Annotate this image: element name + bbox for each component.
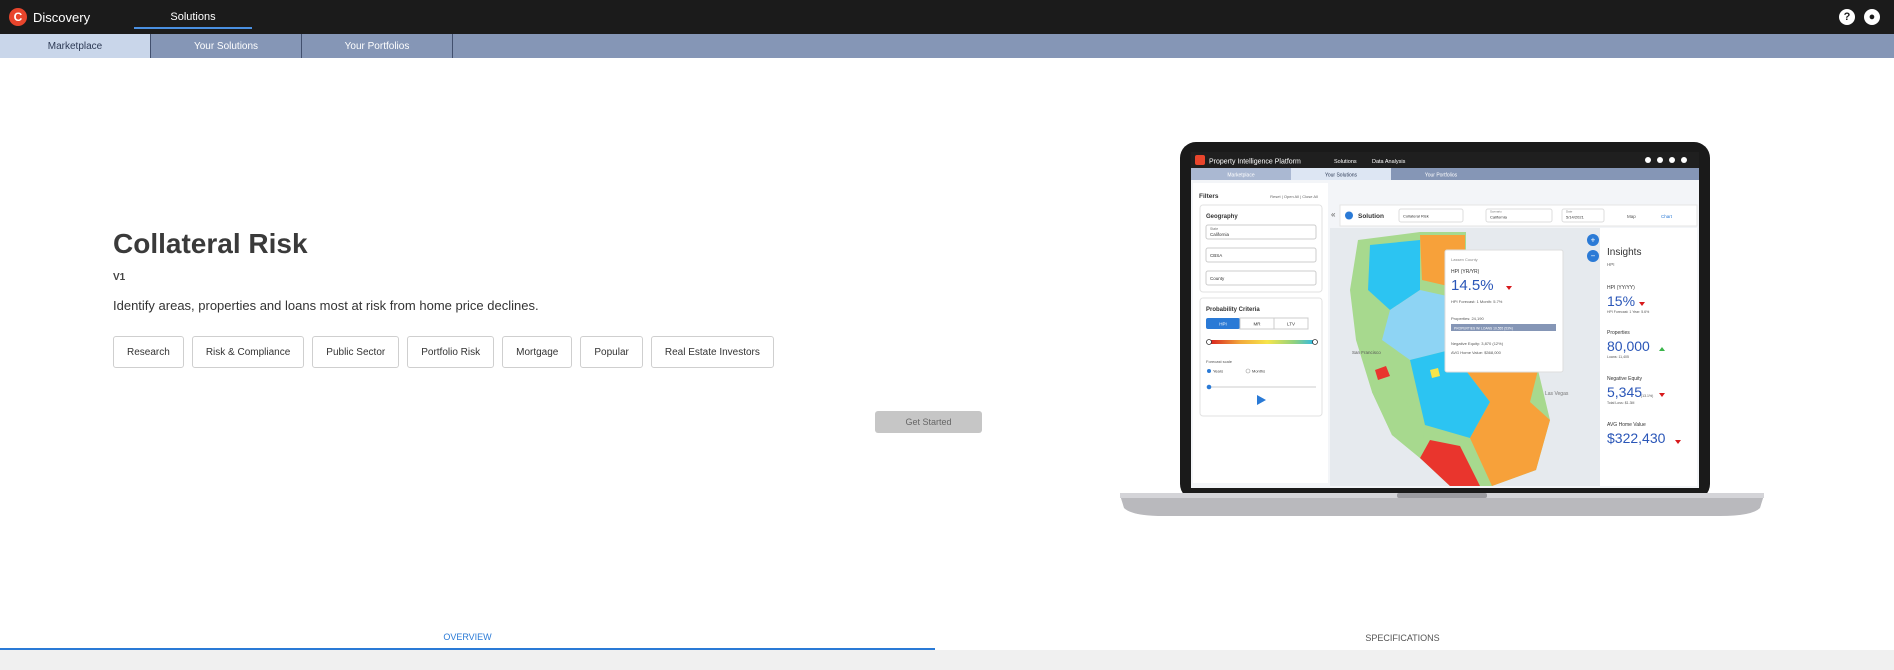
svg-text:Insights: Insights: [1607, 247, 1641, 258]
svg-text:Your Portfolios: Your Portfolios: [1425, 173, 1458, 179]
content-area-top: [0, 650, 1894, 670]
svg-text:Marketplace: Marketplace: [1227, 173, 1254, 179]
svg-text:Reset | Open All | Close All: Reset | Open All | Close All: [1270, 194, 1318, 199]
svg-text:Las Vegas: Las Vegas: [1545, 391, 1569, 397]
app-name: Discovery: [33, 9, 91, 25]
svg-text:Chart: Chart: [1661, 214, 1673, 219]
svg-text:HPI Forecast: 1 Month: 5.7%: HPI Forecast: 1 Month: 5.7%: [1451, 299, 1503, 304]
svg-text:Total Loss: $1.3M: Total Loss: $1.3M: [1607, 401, 1635, 405]
svg-text:PROPERTIES W/ LOANS 10,555: PROPERTIES W/ LOANS 10,555 (53%): [1454, 326, 1513, 330]
svg-text:Negative Equity: 3,870 (12%): Negative Equity: 3,870 (12%): [1451, 341, 1504, 346]
top-bar: C Discovery Solutions ? ●: [0, 0, 1894, 34]
product-description: Identify areas, properties and loans mos…: [113, 298, 539, 313]
svg-text:Months: Months: [1252, 369, 1265, 374]
svg-text:HPI (YY/YY): HPI (YY/YY): [1607, 285, 1635, 291]
svg-text:Probability Criteria: Probability Criteria: [1206, 307, 1260, 313]
user-icon[interactable]: ●: [1864, 9, 1880, 25]
svg-text:MR: MR: [1254, 322, 1262, 327]
svg-text:15%: 15%: [1607, 293, 1635, 309]
svg-text:Properties: Properties: [1607, 330, 1630, 336]
svg-text:San Francisco: San Francisco: [1352, 350, 1381, 355]
product-preview-image: Property Intelligence Platform Solutions…: [1120, 142, 1764, 516]
svg-text:CBSA: CBSA: [1210, 253, 1222, 258]
tag-public-sector[interactable]: Public Sector: [312, 336, 400, 368]
svg-text:Solution: Solution: [1358, 213, 1384, 220]
svg-text:14.5%: 14.5%: [1451, 277, 1494, 294]
svg-text:Forecast scale: Forecast scale: [1206, 359, 1233, 364]
collapse-icon: «: [1331, 210, 1336, 219]
subnav-marketplace[interactable]: Marketplace: [0, 34, 151, 58]
preview-app-title: Property Intelligence Platform: [1209, 159, 1301, 166]
svg-text:80,000: 80,000: [1607, 338, 1650, 354]
tag-portfolio-risk[interactable]: Portfolio Risk: [407, 336, 495, 368]
svg-text:Loans: 11,405: Loans: 11,405: [1607, 355, 1629, 359]
tag-risk-compliance[interactable]: Risk & Compliance: [191, 336, 305, 368]
svg-text:Years: Years: [1213, 369, 1223, 374]
svg-text:Properties: 24,190: Properties: 24,190: [1451, 316, 1484, 321]
svg-text:Date: Date: [1566, 210, 1573, 214]
tab-solutions[interactable]: Solutions: [134, 0, 252, 34]
get-started-button[interactable]: Get Started: [875, 411, 982, 433]
svg-text:State: State: [1210, 227, 1218, 231]
svg-text:Scenario: Scenario: [1490, 210, 1502, 214]
svg-text:AVG Home Value: $368,000: AVG Home Value: $368,000: [1451, 350, 1502, 355]
svg-text:Filters: Filters: [1199, 193, 1219, 200]
tab-specifications[interactable]: SPECIFICATIONS: [935, 625, 1870, 650]
svg-text:−: −: [1591, 252, 1596, 261]
svg-text:Solutions: Solutions: [1334, 159, 1357, 165]
svg-text:County: County: [1210, 276, 1225, 281]
svg-text:$322,430: $322,430: [1607, 430, 1666, 446]
tag-research[interactable]: Research: [113, 336, 184, 368]
svg-text:LTV: LTV: [1287, 322, 1295, 327]
svg-text:Data Analysis: Data Analysis: [1372, 159, 1406, 165]
svg-text:Map: Map: [1627, 214, 1636, 219]
product-title: Collateral Risk: [113, 228, 308, 259]
svg-text:Collateral Risk: Collateral Risk: [1403, 214, 1429, 219]
svg-text:HPI (YR/YR): HPI (YR/YR): [1451, 269, 1480, 275]
subnav-your-solutions[interactable]: Your Solutions: [151, 34, 302, 58]
sub-nav: Marketplace Your Solutions Your Portfoli…: [0, 34, 1894, 58]
svg-text:Lassen County: Lassen County: [1451, 257, 1478, 262]
svg-text:California: California: [1490, 215, 1508, 220]
tag-mortgage[interactable]: Mortgage: [502, 336, 573, 368]
tag-real-estate-investors[interactable]: Real Estate Investors: [650, 336, 774, 368]
brand[interactable]: C Discovery: [9, 8, 90, 26]
svg-text:HPI: HPI: [1607, 262, 1615, 267]
svg-text:Your Solutions: Your Solutions: [1325, 173, 1358, 179]
tag-list: Research Risk & Compliance Public Sector…: [113, 336, 774, 368]
svg-text:California: California: [1210, 232, 1230, 237]
svg-text:HPI: HPI: [1219, 322, 1227, 327]
help-icon[interactable]: ?: [1839, 9, 1855, 25]
tab-overview[interactable]: OVERVIEW: [0, 625, 935, 650]
product-version: V1: [113, 272, 126, 283]
brand-logo-icon: C: [9, 8, 27, 26]
tag-popular[interactable]: Popular: [580, 336, 643, 368]
detail-tabs: OVERVIEW SPECIFICATIONS: [0, 625, 1894, 650]
svg-text:5,345: 5,345: [1607, 384, 1642, 400]
subnav-your-portfolios[interactable]: Your Portfolios: [302, 34, 453, 58]
header-actions: ? ●: [1839, 9, 1880, 25]
svg-text:Geography: Geography: [1206, 214, 1238, 220]
svg-text:(13.1%): (13.1%): [1641, 394, 1653, 398]
svg-text:HPI Forecast: 1 Year: 5.6%: HPI Forecast: 1 Year: 5.6%: [1607, 310, 1649, 314]
svg-text:+: +: [1591, 236, 1596, 245]
svg-text:5/14/2021: 5/14/2021: [1566, 215, 1585, 220]
svg-text:AVG Home Value: AVG Home Value: [1607, 422, 1646, 428]
svg-text:Negative Equity: Negative Equity: [1607, 376, 1643, 382]
